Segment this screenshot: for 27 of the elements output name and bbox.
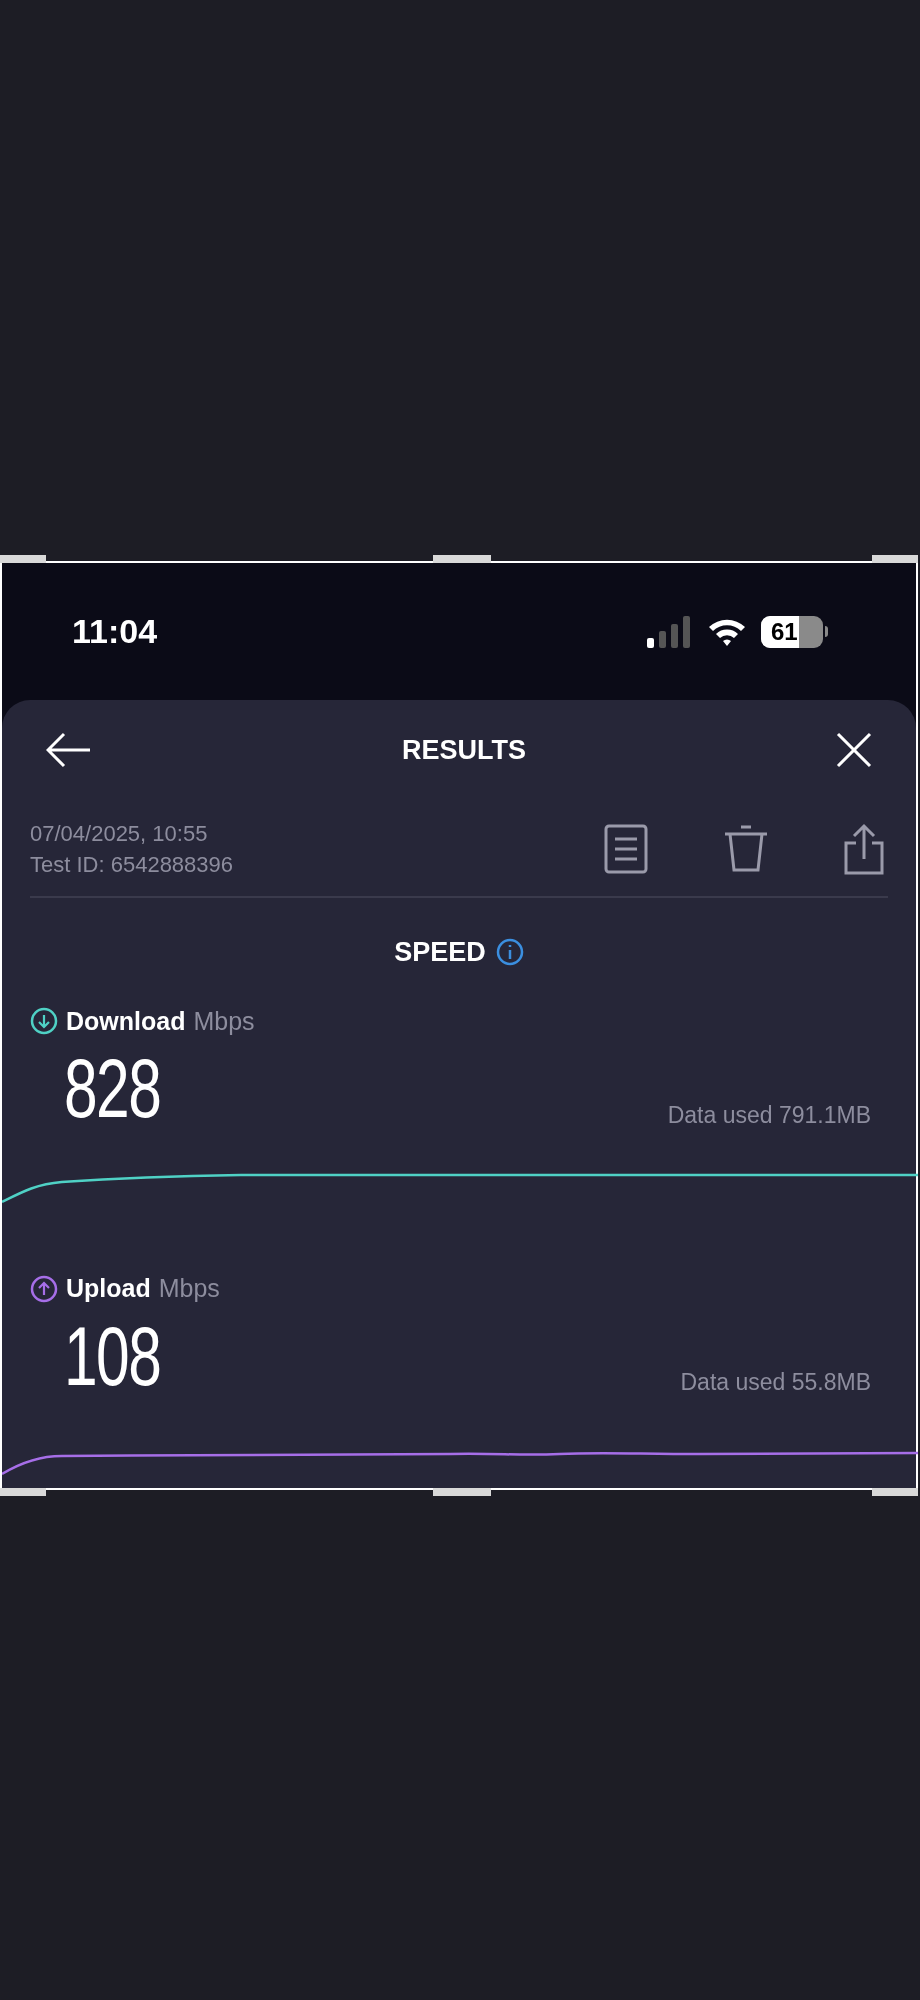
unit-label: Mbps xyxy=(158,1273,220,1304)
signal-icon xyxy=(647,615,693,648)
crop-handle[interactable] xyxy=(872,555,918,563)
back-arrow-icon[interactable] xyxy=(46,732,92,768)
trash-icon[interactable] xyxy=(723,824,769,874)
speed-value: 108 xyxy=(64,1307,161,1405)
crop-handle[interactable] xyxy=(872,1488,918,1496)
crop-handle[interactable] xyxy=(433,555,491,563)
status-time: 11:04 xyxy=(72,611,158,652)
document-icon[interactable] xyxy=(604,824,648,874)
test-date: 07/04/2025, 10:55 xyxy=(30,820,209,848)
section-title: SPEED xyxy=(394,936,486,969)
metric-label: Download xyxy=(66,1005,186,1037)
metric-label: Upload xyxy=(66,1273,151,1304)
info-icon[interactable] xyxy=(495,938,524,967)
close-icon[interactable] xyxy=(836,732,872,768)
battery-percent: 61 xyxy=(771,619,798,644)
unit-label: Mbps xyxy=(193,1005,255,1037)
data-used: Data used 791.1MB xyxy=(667,1100,871,1130)
test-id: Test ID: 6542888396 xyxy=(30,851,234,879)
data-used: Data used 55.8MB xyxy=(680,1368,871,1397)
speed-value: 828 xyxy=(64,1040,161,1137)
share-icon[interactable] xyxy=(844,823,884,875)
crop-handle[interactable] xyxy=(0,555,46,563)
crop-handle[interactable] xyxy=(0,1488,46,1496)
crop-handle[interactable] xyxy=(433,1488,491,1496)
page-title: RESULTS xyxy=(402,733,526,767)
